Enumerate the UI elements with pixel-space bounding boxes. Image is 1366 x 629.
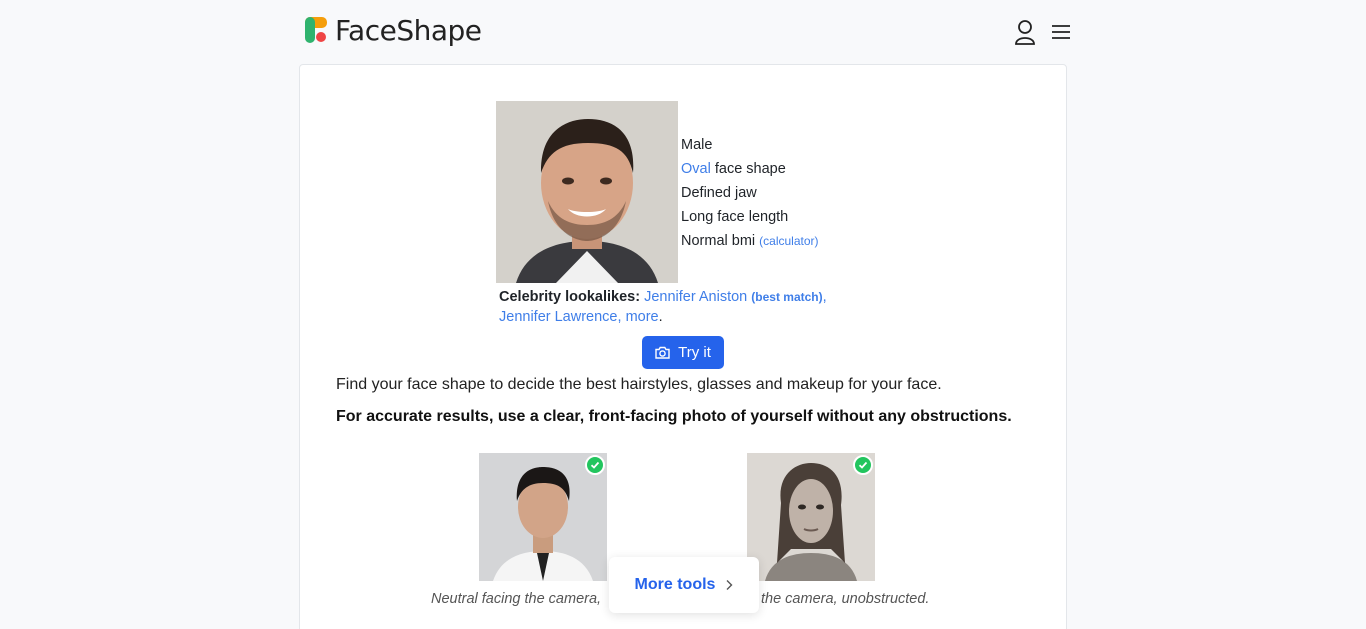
camera-icon [655, 346, 670, 359]
faceshape-logo-icon [305, 16, 327, 43]
face-attributes: Male Oval face shape Defined jaw Long fa… [681, 133, 819, 253]
bmi-calculator-link[interactable]: (calculator) [759, 234, 818, 248]
check-icon [585, 455, 605, 475]
lookalike-more-link[interactable]: more [626, 309, 659, 325]
oval-link[interactable]: Oval [681, 161, 711, 177]
menu-icon[interactable] [1048, 18, 1074, 46]
intro-text: Find your face shape to decide the best … [336, 376, 942, 393]
check-icon [853, 455, 873, 475]
bmi-attribute: Normal bmi (calculator) [681, 229, 819, 253]
lookalike-link-lawrence[interactable]: Jennifer Lawrence [499, 309, 618, 325]
user-icon[interactable] [1012, 18, 1038, 46]
best-match-badge: (best match) [751, 290, 823, 304]
celebrity-lookalikes: Celebrity lookalikes: Jennifer Aniston (… [499, 289, 827, 325]
try-it-label: Try it [678, 344, 711, 361]
face-shape-attribute: Oval face shape [681, 157, 819, 181]
gender-attribute: Male [681, 137, 713, 153]
bmi-text: Normal bmi [681, 233, 760, 249]
main-card: Male Oval face shape Defined jaw Long fa… [299, 64, 1067, 629]
more-tools-label: More tools [634, 576, 716, 593]
advice-text: For accurate results, use a clear, front… [336, 408, 1012, 425]
sample-face-photo [496, 101, 678, 283]
face-shape-suffix: face shape [710, 161, 786, 177]
chevron-right-icon [726, 580, 733, 590]
logo[interactable]: FaceShape [305, 14, 482, 47]
lookalike-link-aniston[interactable]: Jennifer Aniston [644, 289, 747, 305]
lookalikes-label: Celebrity lookalikes: [499, 289, 641, 305]
example-caption-left: Neutral facing the camera, [431, 591, 602, 607]
more-tools-button[interactable]: More tools [609, 557, 759, 613]
example-caption-right: the camera, unobstructed. [761, 591, 930, 607]
logo-text: FaceShape [335, 14, 482, 47]
header-actions [1012, 18, 1074, 46]
length-attribute: Long face length [681, 209, 789, 225]
site-header: FaceShape [0, 0, 1366, 64]
jaw-attribute: Defined jaw [681, 185, 757, 201]
try-it-button[interactable]: Try it [642, 336, 724, 369]
